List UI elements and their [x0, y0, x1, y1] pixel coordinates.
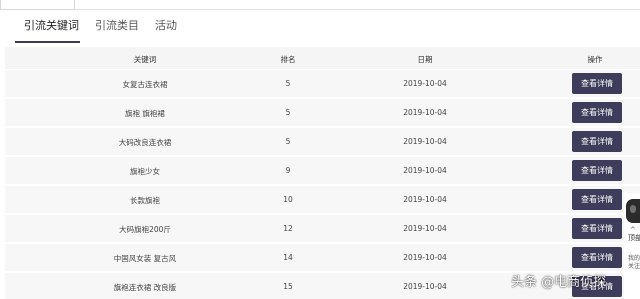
tab-traffic-keywords[interactable]: 引流关键词: [24, 17, 79, 33]
header-date: 日期: [417, 55, 433, 64]
table-row: 大码改良连衣裙 5 2019-10-04 查看详情: [5, 128, 640, 155]
table-row: 旗袍 旗袍裙 5 2019-10-04 查看详情: [5, 99, 640, 126]
table-row: 旗袍少女 9 2019-10-04 查看详情: [5, 157, 640, 184]
date-cell: 2019-10-04: [403, 108, 447, 117]
my-follow-label-line2[interactable]: 关注: [628, 261, 640, 270]
date-cell: 2019-10-04: [403, 137, 447, 146]
table-row: 长款旗袍 10 2019-10-04 查看详情: [5, 186, 640, 213]
keyword-cell: 旗袍连衣裙 改良版: [113, 283, 177, 292]
back-to-top-link[interactable]: 顶部: [628, 233, 640, 243]
view-details-button[interactable]: 查看详情: [572, 247, 622, 268]
table-row: 大码旗袍200斤 12 2019-10-04 查看详情: [5, 215, 640, 242]
view-details-button[interactable]: 查看详情: [572, 189, 622, 210]
keyword-cell: 长款旗袍: [130, 196, 160, 205]
rank-cell: 9: [285, 166, 291, 175]
rank-cell: 15: [283, 282, 293, 291]
tab-bar: 引流关键词 引流类目 活动: [0, 10, 640, 43]
avatar[interactable]: [626, 199, 640, 223]
view-details-button[interactable]: 查看详情: [572, 73, 622, 94]
active-tab-indicator: [15, 41, 80, 43]
keyword-cell: 女复古连衣裙: [122, 80, 168, 89]
table-row: 中国风女装 复古风 14 2019-10-04 查看详情: [5, 244, 640, 271]
table-header: 关键词 排名 日期 操作: [5, 47, 640, 69]
header-rank: 排名: [280, 55, 296, 64]
tab-traffic-categories[interactable]: 引流类目: [95, 17, 139, 33]
rank-cell: 5: [285, 137, 291, 146]
date-cell: 2019-10-04: [403, 166, 447, 175]
date-cell: 2019-10-04: [403, 79, 447, 88]
date-cell: 2019-10-04: [403, 282, 447, 291]
keyword-cell: 旗袍少女: [130, 167, 160, 176]
rank-cell: 12: [283, 224, 293, 233]
date-cell: 2019-10-04: [403, 253, 447, 262]
floating-side-widget: ^ 顶部 我的 关注: [624, 193, 640, 299]
tab-activities[interactable]: 活动: [155, 17, 177, 33]
rank-cell: 14: [283, 253, 293, 262]
date-cell: 2019-10-04: [403, 224, 447, 233]
rank-cell: 5: [285, 108, 291, 117]
view-details-button[interactable]: 查看详情: [572, 102, 622, 123]
header-keyword: 关键词: [133, 55, 157, 64]
table-row: 女复古连衣裙 5 2019-10-04 查看详情: [5, 70, 640, 97]
view-details-button[interactable]: 查看详情: [572, 160, 622, 181]
top-strip: [0, 0, 640, 10]
date-cell: 2019-10-04: [403, 195, 447, 204]
rank-cell: 5: [285, 79, 291, 88]
view-details-button[interactable]: 查看详情: [572, 131, 622, 152]
keyword-cell: 旗袍 旗袍裙: [125, 109, 165, 118]
view-details-button[interactable]: 查看详情: [572, 218, 622, 239]
keyword-cell: 大码改良连衣裙: [118, 138, 172, 147]
watermark: 头条 @电商侦探: [511, 275, 607, 290]
top-panel-box: [0, 0, 75, 10]
header-action: 操作: [587, 55, 603, 64]
keyword-cell: 中国风女装 复古风: [113, 254, 177, 263]
rank-cell: 10: [283, 195, 293, 204]
keyword-cell: 大码旗袍200斤: [119, 225, 171, 234]
